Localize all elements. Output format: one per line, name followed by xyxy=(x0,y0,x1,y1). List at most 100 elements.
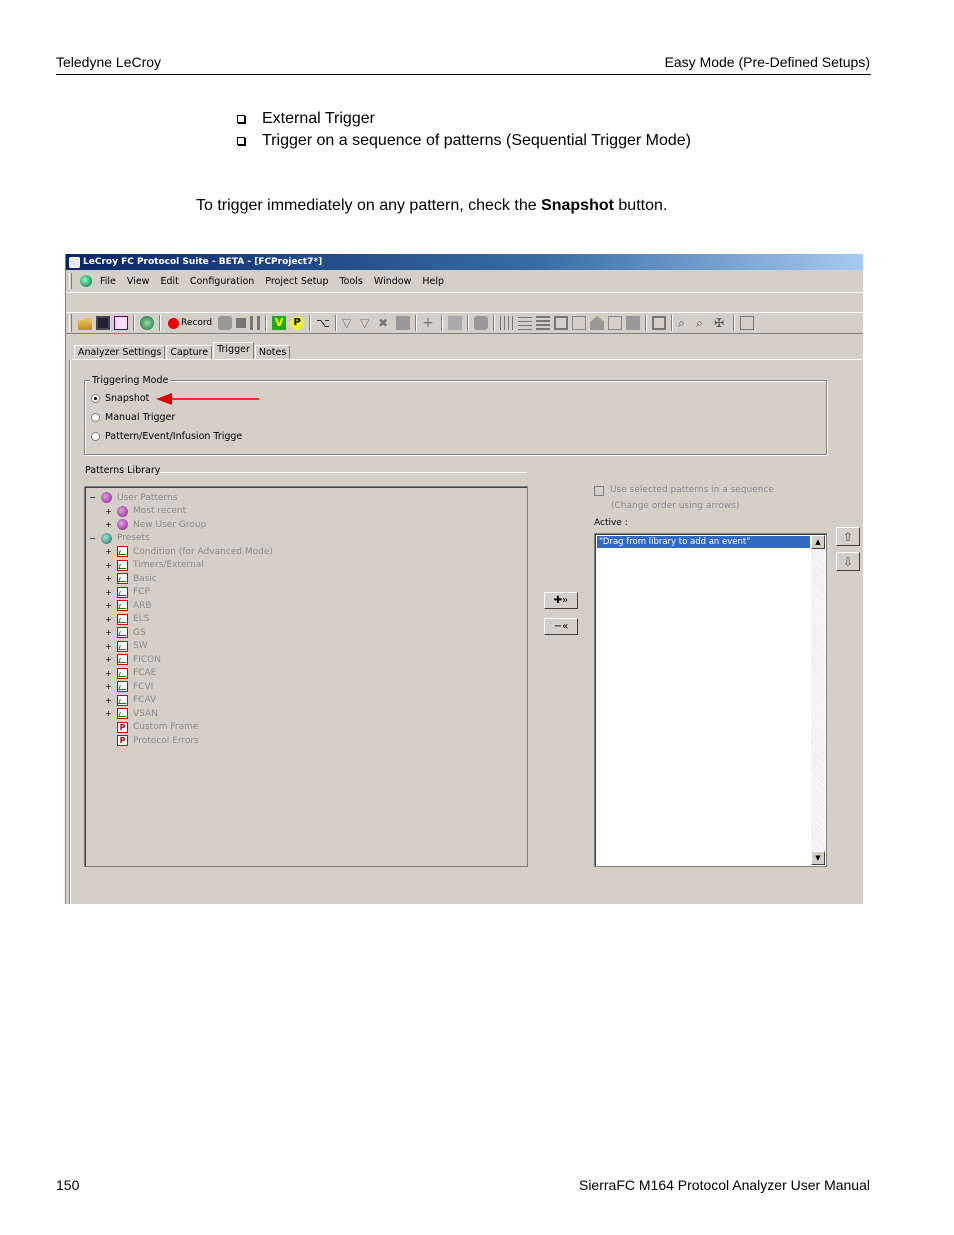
menu-view[interactable]: View xyxy=(127,276,150,287)
menu-configuration[interactable]: Configuration xyxy=(190,276,254,287)
expand-icon[interactable]: + xyxy=(105,602,112,610)
pause-icon[interactable] xyxy=(250,316,261,330)
tree-node[interactable]: + Most recent xyxy=(105,505,186,518)
tree-node[interactable]: + VSAN xyxy=(105,707,158,720)
use-sequence-checkbox[interactable]: Use selected patterns in a sequence xyxy=(594,485,774,496)
tree-node[interactable]: + FICON xyxy=(105,653,161,666)
tab-analyzer-settings[interactable]: Analyzer Settings xyxy=(74,345,166,360)
radio-manual-trigger[interactable]: Manual Trigger xyxy=(91,412,175,423)
tree-node[interactable]: + ELS xyxy=(105,613,149,626)
move-icon[interactable]: ✠ xyxy=(714,316,728,330)
tab-baseline xyxy=(72,359,862,360)
expand-icon[interactable]: + xyxy=(105,507,112,515)
save-icon[interactable] xyxy=(96,316,110,330)
tree-node[interactable]: P Protocol Errors xyxy=(105,734,199,747)
tree-node[interactable]: + Timers/External xyxy=(105,559,204,572)
expand-icon[interactable]: + xyxy=(105,588,112,596)
tree-node[interactable]: + GS xyxy=(105,626,146,639)
tree-node[interactable]: + FCAV xyxy=(105,694,156,707)
expand-icon[interactable]: + xyxy=(105,696,112,704)
tree-node[interactable]: + SW xyxy=(105,640,148,653)
view-icon[interactable] xyxy=(474,316,489,330)
shuffle-icon[interactable]: ✖ xyxy=(378,316,392,330)
add-icon[interactable]: + xyxy=(422,316,436,330)
zoom-out-icon[interactable]: ⌕ xyxy=(696,316,710,330)
expand-icon[interactable]: + xyxy=(105,561,112,569)
expand-icon[interactable]: + xyxy=(105,669,112,677)
menu-project-setup[interactable]: Project Setup xyxy=(265,276,328,287)
trigger-icon[interactable] xyxy=(218,316,233,330)
filter-icon[interactable]: ▽ xyxy=(342,316,356,330)
tree-node[interactable]: + FCAE xyxy=(105,667,156,680)
tree-node[interactable]: + Condition (for Advanced Mode) xyxy=(105,545,273,558)
scroll-up-icon[interactable]: ▲ xyxy=(811,535,825,549)
menu-edit[interactable]: Edit xyxy=(160,276,178,287)
expand-icon[interactable]: + xyxy=(105,656,112,664)
tab-capture[interactable]: Capture xyxy=(166,345,213,360)
menu-window[interactable]: Window xyxy=(374,276,411,287)
expand-icon[interactable]: + xyxy=(105,575,112,583)
rows-icon[interactable] xyxy=(518,316,533,330)
stop-icon[interactable] xyxy=(236,318,247,328)
expand-icon[interactable]: + xyxy=(105,629,112,637)
vertical-scrollbar[interactable]: ▲ ▼ xyxy=(811,535,825,865)
analyzer-icon[interactable] xyxy=(140,316,154,330)
list-item[interactable]: "Drag from library to add an event" xyxy=(597,536,810,548)
tree-node[interactable]: + FCVI xyxy=(105,680,153,693)
print-icon[interactable] xyxy=(740,316,755,330)
radio-snapshot[interactable]: Snapshot xyxy=(91,393,149,404)
tree-node[interactable]: − Presets xyxy=(89,532,150,545)
expand-icon[interactable]: + xyxy=(105,683,112,691)
move-down-button[interactable]: ⇩ xyxy=(836,552,860,571)
tab-trigger[interactable]: Trigger xyxy=(213,342,254,360)
v-icon[interactable]: V xyxy=(272,316,287,330)
checkbox-box xyxy=(594,486,604,496)
tree-node[interactable]: + ARB xyxy=(105,599,152,612)
tree-node[interactable]: + New User Group xyxy=(105,518,206,531)
frame-icon[interactable] xyxy=(652,316,667,330)
record-button[interactable]: Record xyxy=(168,317,212,329)
radio-pattern-trigger[interactable]: Pattern/Event/Infusion Trigge xyxy=(91,431,242,442)
folder-globe-icon xyxy=(117,519,128,530)
menu-help[interactable]: Help xyxy=(422,276,444,287)
open-icon[interactable] xyxy=(78,318,92,330)
menu-bar: File View Edit Configuration Project Set… xyxy=(66,272,455,290)
zoom-in-icon[interactable]: ⌕ xyxy=(678,316,692,330)
tree-node[interactable]: + FCP xyxy=(105,586,150,599)
move-up-button[interactable]: ⇧ xyxy=(836,527,860,546)
chart-icon[interactable] xyxy=(572,316,587,330)
filter-add-icon[interactable]: ▽ xyxy=(360,316,374,330)
p-icon[interactable]: P xyxy=(290,316,305,330)
calc-icon[interactable] xyxy=(554,316,569,330)
expand-icon[interactable]: + xyxy=(105,710,112,718)
building-icon[interactable] xyxy=(626,316,641,330)
menu-file[interactable]: File xyxy=(100,276,116,287)
home-icon[interactable] xyxy=(590,316,605,330)
paragraph-text: To trigger immediately on any pattern, c… xyxy=(196,197,542,214)
settings-icon[interactable] xyxy=(114,316,128,330)
expand-icon[interactable]: + xyxy=(105,642,112,650)
window-icon[interactable] xyxy=(608,316,623,330)
columns-icon[interactable] xyxy=(500,316,515,330)
table-icon[interactable] xyxy=(536,316,551,330)
window-titlebar[interactable]: LeCroy FC Protocol Suite - BETA - [FCPro… xyxy=(66,254,863,270)
collapse-icon[interactable]: − xyxy=(89,534,96,542)
remove-from-sequence-button[interactable]: −« xyxy=(544,618,578,635)
tree-node[interactable]: P Custom Frame xyxy=(105,721,198,734)
find-icon[interactable]: ⌥ xyxy=(316,316,330,330)
tab-notes[interactable]: Notes xyxy=(254,345,291,360)
expand-icon[interactable]: + xyxy=(105,521,112,529)
active-list[interactable]: "Drag from library to add an event" ▲ ▼ xyxy=(594,533,827,867)
grid-icon[interactable] xyxy=(448,316,463,330)
collapse-icon[interactable]: − xyxy=(89,494,96,502)
expand-icon[interactable]: + xyxy=(105,615,112,623)
scroll-down-icon[interactable]: ▼ xyxy=(811,851,825,865)
app-menu-icon[interactable] xyxy=(80,275,92,287)
tree-node[interactable]: − User Patterns xyxy=(89,491,177,504)
expand-icon[interactable]: + xyxy=(105,548,112,556)
patterns-tree[interactable]: − User Patterns + Most recent + New User Grou… xyxy=(84,486,528,867)
menu-tools[interactable]: Tools xyxy=(339,276,362,287)
tree-node[interactable]: + Basic xyxy=(105,572,157,585)
add-to-sequence-button[interactable]: ✚» xyxy=(544,592,578,609)
layout-icon[interactable] xyxy=(396,316,411,330)
